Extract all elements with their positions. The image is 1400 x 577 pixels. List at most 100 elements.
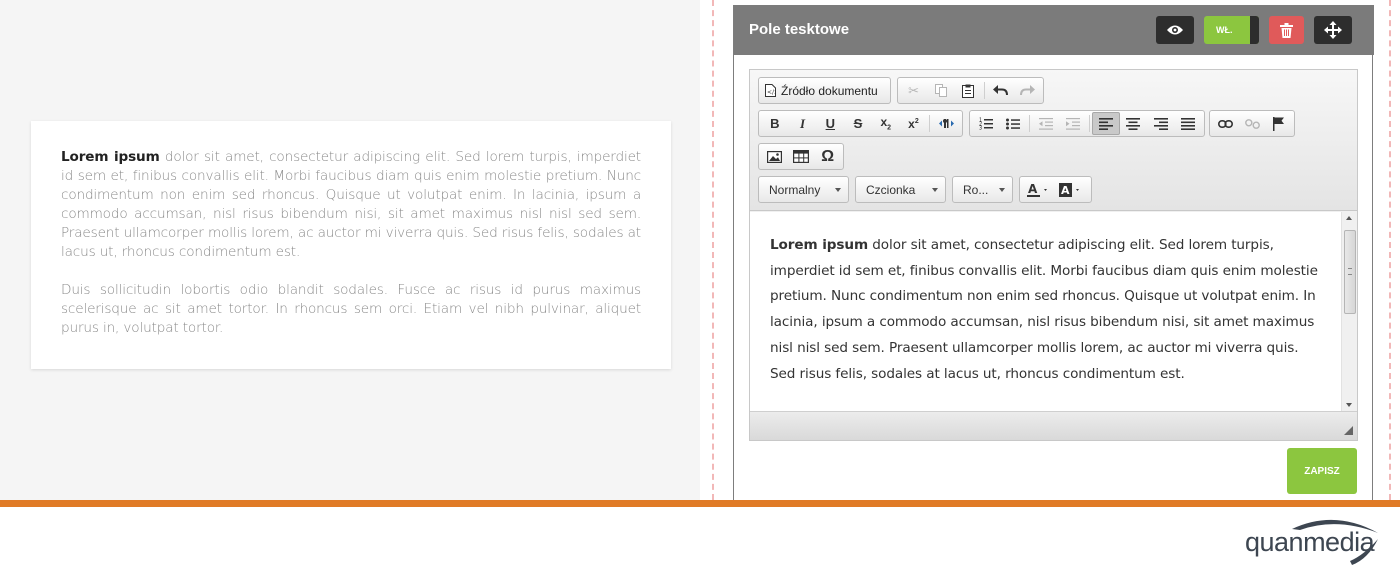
- redo-icon: [1019, 85, 1035, 96]
- toolbar-separator: [1088, 115, 1090, 132]
- text-color-icon: A: [1027, 183, 1047, 197]
- trash-icon: [1280, 22, 1293, 38]
- numbered-list-button[interactable]: 123: [972, 112, 1000, 135]
- cut-button[interactable]: ✂: [900, 79, 927, 102]
- text-direction-button[interactable]: [932, 112, 960, 135]
- align-center-icon: [1126, 117, 1141, 130]
- align-left-button[interactable]: [1091, 112, 1120, 135]
- bold-button[interactable]: B: [761, 112, 789, 135]
- text-direction-icon: [938, 119, 954, 128]
- underline-button[interactable]: U: [816, 112, 844, 135]
- svg-text:</>: </>: [767, 89, 776, 96]
- editor-toolbar: </> Źródło dokumentu ✂: [750, 70, 1357, 211]
- clipboard-group: ✂: [897, 77, 1044, 104]
- bullet-list-button[interactable]: [1000, 112, 1028, 135]
- content-text: dolor sit amet, consectetur adipiscing e…: [770, 237, 1318, 382]
- eye-icon: [1167, 25, 1183, 35]
- toggle-on-button[interactable]: WŁ.: [1204, 16, 1259, 44]
- anchor-button[interactable]: [1265, 112, 1292, 135]
- undo-icon: [992, 85, 1008, 96]
- subscript-icon: x2: [880, 115, 892, 132]
- toolbar-separator: [1029, 115, 1030, 132]
- source-button[interactable]: </> Źródło dokumentu: [761, 79, 882, 102]
- undo-button[interactable]: [987, 79, 1014, 102]
- preview-button[interactable]: [1156, 16, 1194, 44]
- chevron-down-icon: [932, 188, 938, 192]
- resize-grip-icon[interactable]: [1344, 426, 1353, 435]
- editor-bottom-bar: [750, 411, 1357, 440]
- links-group: [1209, 110, 1295, 137]
- toggle-label: WŁ.: [1216, 25, 1233, 35]
- content-paragraph: Lorem ipsum dolor sit amet, consectetur …: [770, 233, 1327, 387]
- image-icon: [766, 150, 782, 163]
- outdent-button[interactable]: [1032, 112, 1060, 135]
- text-color-button[interactable]: A: [1023, 178, 1055, 201]
- move-icon: [1324, 21, 1342, 39]
- align-right-button[interactable]: [1147, 112, 1175, 135]
- indent-icon: [1066, 117, 1081, 130]
- preview-paragraph-1: Lorem ipsum dolor sit amet, consectetur …: [61, 148, 641, 262]
- size-select-value: Ro...: [963, 182, 989, 197]
- unlink-button[interactable]: [1239, 112, 1266, 135]
- source-icon: </>: [765, 84, 776, 97]
- cut-icon: ✂: [908, 82, 920, 98]
- toolbar-separator: [983, 82, 985, 99]
- drop-zone-border-left: [712, 0, 714, 500]
- toggle-knob: [1250, 16, 1259, 44]
- chevron-down-icon: [835, 188, 841, 192]
- size-select[interactable]: Ro...: [952, 176, 1013, 203]
- basic-styles-group: B I U S x2 x2: [758, 110, 963, 137]
- numbered-list-icon: 123: [979, 118, 993, 131]
- editor-content[interactable]: Lorem ipsum dolor sit amet, consectetur …: [750, 212, 1357, 411]
- superscript-button[interactable]: x2: [900, 112, 928, 135]
- redo-button[interactable]: [1014, 79, 1041, 102]
- preview-paragraph-2: Duis sollicitudin lobortis odio blandit …: [61, 282, 641, 336]
- drop-zone-border-right: [1389, 0, 1391, 500]
- table-button[interactable]: [788, 145, 815, 168]
- italic-icon: I: [800, 115, 806, 131]
- paragraph-group: 123: [969, 110, 1205, 137]
- footer-accent-line: [0, 500, 1400, 507]
- scroll-up-icon[interactable]: [1346, 216, 1352, 220]
- paste-button[interactable]: [954, 79, 981, 102]
- text-field-panel: Pole tesktowe WŁ. </ Źródło dokumentu ✂ …: [733, 5, 1374, 505]
- svg-text:A: A: [1061, 184, 1070, 197]
- move-button[interactable]: [1314, 16, 1352, 44]
- insert-group: Ω: [758, 143, 844, 170]
- bg-color-button[interactable]: A: [1055, 178, 1087, 201]
- copy-icon: [934, 84, 947, 97]
- svg-text:3: 3: [979, 126, 982, 131]
- svg-text:A: A: [1028, 183, 1038, 196]
- strike-button[interactable]: S: [844, 112, 872, 135]
- anchor-icon: [1272, 116, 1284, 131]
- logo-text: quanmedia: [1245, 527, 1375, 557]
- align-left-icon: [1098, 117, 1113, 130]
- delete-button[interactable]: [1269, 16, 1304, 44]
- link-button[interactable]: [1212, 112, 1239, 135]
- font-select[interactable]: Czcionka: [855, 176, 946, 203]
- image-button[interactable]: [761, 145, 788, 168]
- chevron-down-icon: [999, 188, 1005, 192]
- outdent-icon: [1038, 117, 1053, 130]
- strike-icon: S: [853, 116, 863, 131]
- editor-scrollbar[interactable]: [1341, 212, 1357, 411]
- grip-icon: [1348, 268, 1352, 275]
- link-icon: [1217, 119, 1233, 128]
- superscript-icon: x2: [908, 116, 919, 131]
- table-icon: [793, 150, 809, 163]
- align-center-button[interactable]: [1120, 112, 1148, 135]
- scroll-thumb[interactable]: [1344, 230, 1356, 314]
- justify-button[interactable]: [1175, 112, 1203, 135]
- justify-icon: [1181, 117, 1196, 130]
- format-select[interactable]: Normalny: [758, 176, 849, 203]
- scroll-down-icon[interactable]: [1346, 403, 1352, 407]
- subscript-button[interactable]: x2: [872, 112, 900, 135]
- preview-area: Lorem ipsum dolor sit amet, consectetur …: [0, 0, 700, 500]
- omega-icon: Ω: [821, 147, 835, 165]
- indent-button[interactable]: [1059, 112, 1087, 135]
- special-char-button[interactable]: Ω: [814, 145, 841, 168]
- save-button[interactable]: ZAPISZ: [1287, 448, 1357, 494]
- copy-button[interactable]: [927, 79, 954, 102]
- italic-button[interactable]: I: [789, 112, 817, 135]
- preview-card[interactable]: Lorem ipsum dolor sit amet, consectetur …: [31, 121, 671, 369]
